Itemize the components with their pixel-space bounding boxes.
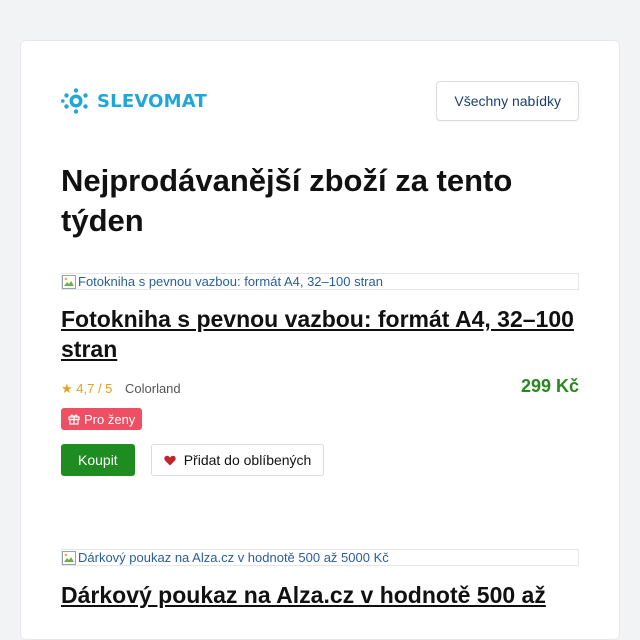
add-to-favorites-button[interactable]: Přidat do oblíbených [150,444,325,476]
product-meta: ★ 4,7 / 5 Colorland 299 Kč [61,376,579,400]
logo-text: SLEVOMAT [97,90,207,112]
product-image[interactable]: Fotokniha s pevnou vazbou: formát A4, 32… [61,273,579,290]
image-alt-text: Fotokniha s pevnou vazbou: formát A4, 32… [78,274,383,289]
vendor-name: Colorland [125,381,181,396]
product-actions: Koupit Přidat do oblíbených [61,444,579,476]
favorites-label: Přidat do oblíbených [183,452,312,468]
price: 299 Kč [520,376,579,396]
product-title-link[interactable]: Fotokniha s pevnou vazbou: formát A4, 32… [61,304,579,364]
gift-icon [68,414,80,425]
all-offers-button[interactable]: Všechny nabídky [436,81,579,121]
product-item: Dárkový poukaz na Alza.cz v hodnotě 500 … [61,549,579,610]
buy-button[interactable]: Koupit [61,444,135,476]
product-title-link[interactable]: Dárkový poukaz na Alza.cz v hodnotě 500 … [61,580,579,610]
heart-icon [164,455,176,465]
header: SLEVOMAT Všechny nabídky [61,81,579,121]
rating: ★ 4,7 / 5 [61,381,113,396]
product-item: Fotokniha s pevnou vazbou: formát A4, 32… [61,273,579,476]
newsletter-card: SLEVOMAT Všechny nabídky Nejprodávanější… [20,40,620,640]
page-title: Nejprodávanější zboží za tento týden [61,163,513,238]
product-image[interactable]: Dárkový poukaz na Alza.cz v hodnotě 500 … [61,549,579,566]
broken-image-icon [62,274,76,289]
category-badge: Pro ženy [61,408,143,430]
image-alt-text: Dárkový poukaz na Alza.cz v hodnotě 500 … [78,550,389,565]
slevomat-logo[interactable]: SLEVOMAT [61,88,207,114]
broken-image-icon [62,550,76,565]
gear-logo-icon [61,88,88,114]
badge-label: Pro ženy [84,411,136,427]
